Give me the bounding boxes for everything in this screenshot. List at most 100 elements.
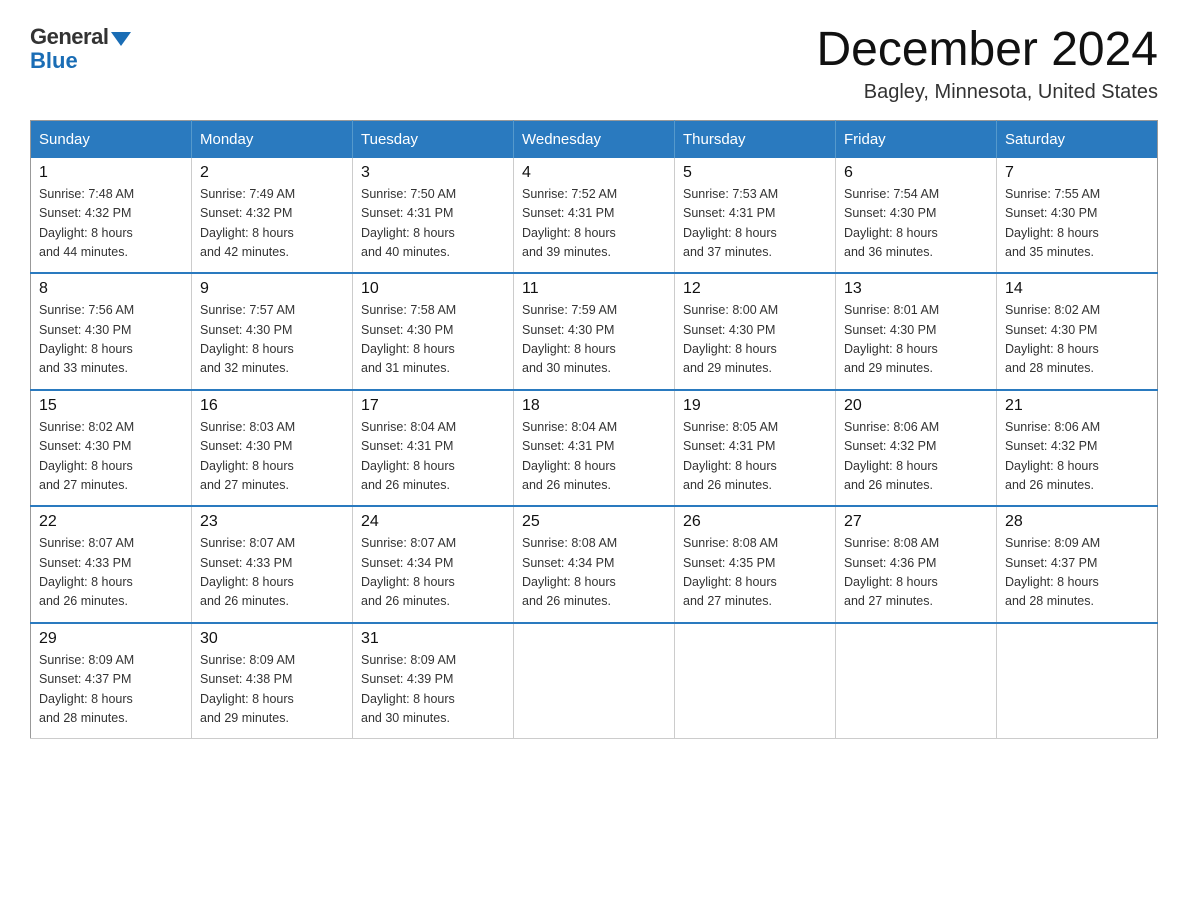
- day-info: Sunrise: 7:57 AMSunset: 4:30 PMDaylight:…: [200, 301, 344, 379]
- weekday-header-monday: Monday: [192, 120, 353, 158]
- weekday-header-saturday: Saturday: [997, 120, 1158, 158]
- calendar-cell: 11Sunrise: 7:59 AMSunset: 4:30 PMDayligh…: [514, 273, 675, 390]
- day-info: Sunrise: 8:09 AMSunset: 4:37 PMDaylight:…: [39, 651, 183, 729]
- calendar-table: SundayMondayTuesdayWednesdayThursdayFrid…: [30, 120, 1158, 740]
- calendar-week-row: 15 Sunrise: 8:02 AMSunset: 4:30 PMDayligh…: [31, 390, 1158, 507]
- calendar-cell: 21Sunrise: 8:06 AMSunset: 4:32 PMDayligh…: [997, 390, 1158, 507]
- calendar-cell: 17 Sunrise: 8:04 AMSunset: 4:31 PMDayligh…: [353, 390, 514, 507]
- calendar-cell: 13 Sunrise: 8:01 AMSunset: 4:30 PMDayligh…: [836, 273, 997, 390]
- calendar-cell: 4 Sunrise: 7:52 AMSunset: 4:31 PMDaylight…: [514, 158, 675, 274]
- day-info: Sunrise: 7:48 AMSunset: 4:32 PMDaylight:…: [39, 185, 183, 263]
- day-number: 25: [522, 513, 666, 531]
- weekday-header-wednesday: Wednesday: [514, 120, 675, 158]
- day-number: 13: [844, 280, 988, 298]
- day-info: Sunrise: 8:02 AMSunset: 4:30 PMDaylight:…: [39, 418, 183, 496]
- weekday-header-row: SundayMondayTuesdayWednesdayThursdayFrid…: [31, 120, 1158, 158]
- weekday-header-friday: Friday: [836, 120, 997, 158]
- calendar-cell: 3 Sunrise: 7:50 AMSunset: 4:31 PMDaylight…: [353, 158, 514, 274]
- calendar-week-row: 29 Sunrise: 8:09 AMSunset: 4:37 PMDayligh…: [31, 623, 1158, 739]
- day-number: 20: [844, 397, 988, 415]
- calendar-cell: 31 Sunrise: 8:09 AMSunset: 4:39 PMDayligh…: [353, 623, 514, 739]
- calendar-cell: 8 Sunrise: 7:56 AMSunset: 4:30 PMDaylight…: [31, 273, 192, 390]
- calendar-cell: 22Sunrise: 8:07 AMSunset: 4:33 PMDayligh…: [31, 506, 192, 623]
- calendar-cell: 12Sunrise: 8:00 AMSunset: 4:30 PMDayligh…: [675, 273, 836, 390]
- calendar-cell: 26Sunrise: 8:08 AMSunset: 4:35 PMDayligh…: [675, 506, 836, 623]
- day-number: 5: [683, 164, 827, 182]
- day-info: Sunrise: 8:04 AMSunset: 4:31 PMDaylight:…: [361, 418, 505, 496]
- day-number: 1: [39, 164, 183, 182]
- calendar-cell: 30 Sunrise: 8:09 AMSunset: 4:38 PMDayligh…: [192, 623, 353, 739]
- calendar-cell: 23 Sunrise: 8:07 AMSunset: 4:33 PMDayligh…: [192, 506, 353, 623]
- day-info: Sunrise: 8:07 AMSunset: 4:33 PMDaylight:…: [200, 534, 344, 612]
- month-title: December 2024: [816, 24, 1158, 77]
- calendar-cell: 28Sunrise: 8:09 AMSunset: 4:37 PMDayligh…: [997, 506, 1158, 623]
- day-number: 26: [683, 513, 827, 531]
- day-number: 10: [361, 280, 505, 298]
- calendar-cell: 19 Sunrise: 8:05 AMSunset: 4:31 PMDayligh…: [675, 390, 836, 507]
- logo: General Blue: [30, 24, 131, 74]
- day-info: Sunrise: 8:08 AMSunset: 4:36 PMDaylight:…: [844, 534, 988, 612]
- calendar-cell: 10Sunrise: 7:58 AMSunset: 4:30 PMDayligh…: [353, 273, 514, 390]
- calendar-cell: [514, 623, 675, 739]
- page-header: General Blue December 2024 Bagley, Minne…: [30, 24, 1158, 104]
- calendar-cell: 2Sunrise: 7:49 AMSunset: 4:32 PMDaylight…: [192, 158, 353, 274]
- calendar-cell: [675, 623, 836, 739]
- day-number: 11: [522, 280, 666, 298]
- day-info: Sunrise: 8:03 AMSunset: 4:30 PMDaylight:…: [200, 418, 344, 496]
- calendar-cell: 29 Sunrise: 8:09 AMSunset: 4:37 PMDayligh…: [31, 623, 192, 739]
- calendar-cell: 15 Sunrise: 8:02 AMSunset: 4:30 PMDayligh…: [31, 390, 192, 507]
- calendar-cell: 1 Sunrise: 7:48 AMSunset: 4:32 PMDaylight…: [31, 158, 192, 274]
- logo-arrow-icon: [111, 32, 131, 46]
- day-number: 7: [1005, 164, 1149, 182]
- calendar-cell: 7 Sunrise: 7:55 AMSunset: 4:30 PMDaylight…: [997, 158, 1158, 274]
- day-info: Sunrise: 7:56 AMSunset: 4:30 PMDaylight:…: [39, 301, 183, 379]
- day-info: Sunrise: 8:04 AMSunset: 4:31 PMDaylight:…: [522, 418, 666, 496]
- day-number: 14: [1005, 280, 1149, 298]
- calendar-cell: 6Sunrise: 7:54 AMSunset: 4:30 PMDaylight…: [836, 158, 997, 274]
- day-number: 23: [200, 513, 344, 531]
- calendar-cell: 25 Sunrise: 8:08 AMSunset: 4:34 PMDayligh…: [514, 506, 675, 623]
- day-info: Sunrise: 8:02 AMSunset: 4:30 PMDaylight:…: [1005, 301, 1149, 379]
- day-info: Sunrise: 7:54 AMSunset: 4:30 PMDaylight:…: [844, 185, 988, 263]
- calendar-cell: 14 Sunrise: 8:02 AMSunset: 4:30 PMDayligh…: [997, 273, 1158, 390]
- calendar-cell: 27Sunrise: 8:08 AMSunset: 4:36 PMDayligh…: [836, 506, 997, 623]
- day-number: 16: [200, 397, 344, 415]
- calendar-week-row: 8 Sunrise: 7:56 AMSunset: 4:30 PMDaylight…: [31, 273, 1158, 390]
- day-number: 4: [522, 164, 666, 182]
- day-info: Sunrise: 7:50 AMSunset: 4:31 PMDaylight:…: [361, 185, 505, 263]
- day-info: Sunrise: 8:07 AMSunset: 4:33 PMDaylight:…: [39, 534, 183, 612]
- calendar-cell: 5Sunrise: 7:53 AMSunset: 4:31 PMDaylight…: [675, 158, 836, 274]
- location-text: Bagley, Minnesota, United States: [816, 81, 1158, 104]
- day-number: 19: [683, 397, 827, 415]
- day-info: Sunrise: 8:00 AMSunset: 4:30 PMDaylight:…: [683, 301, 827, 379]
- day-info: Sunrise: 7:52 AMSunset: 4:31 PMDaylight:…: [522, 185, 666, 263]
- day-number: 17: [361, 397, 505, 415]
- day-info: Sunrise: 8:09 AMSunset: 4:38 PMDaylight:…: [200, 651, 344, 729]
- day-info: Sunrise: 8:06 AMSunset: 4:32 PMDaylight:…: [1005, 418, 1149, 496]
- logo-general-text: General: [30, 24, 108, 50]
- day-info: Sunrise: 7:55 AMSunset: 4:30 PMDaylight:…: [1005, 185, 1149, 263]
- day-number: 3: [361, 164, 505, 182]
- day-number: 31: [361, 630, 505, 648]
- day-info: Sunrise: 8:01 AMSunset: 4:30 PMDaylight:…: [844, 301, 988, 379]
- day-number: 15: [39, 397, 183, 415]
- day-number: 29: [39, 630, 183, 648]
- calendar-cell: 18Sunrise: 8:04 AMSunset: 4:31 PMDayligh…: [514, 390, 675, 507]
- day-number: 8: [39, 280, 183, 298]
- calendar-cell: 16 Sunrise: 8:03 AMSunset: 4:30 PMDayligh…: [192, 390, 353, 507]
- day-info: Sunrise: 8:05 AMSunset: 4:31 PMDaylight:…: [683, 418, 827, 496]
- day-info: Sunrise: 8:09 AMSunset: 4:37 PMDaylight:…: [1005, 534, 1149, 612]
- calendar-week-row: 22Sunrise: 8:07 AMSunset: 4:33 PMDayligh…: [31, 506, 1158, 623]
- title-area: December 2024 Bagley, Minnesota, United …: [816, 24, 1158, 104]
- weekday-header-tuesday: Tuesday: [353, 120, 514, 158]
- day-info: Sunrise: 8:09 AMSunset: 4:39 PMDaylight:…: [361, 651, 505, 729]
- logo-blue-text: Blue: [30, 48, 78, 74]
- weekday-header-thursday: Thursday: [675, 120, 836, 158]
- calendar-week-row: 1 Sunrise: 7:48 AMSunset: 4:32 PMDaylight…: [31, 158, 1158, 274]
- day-number: 24: [361, 513, 505, 531]
- day-info: Sunrise: 8:06 AMSunset: 4:32 PMDaylight:…: [844, 418, 988, 496]
- day-info: Sunrise: 8:08 AMSunset: 4:34 PMDaylight:…: [522, 534, 666, 612]
- day-number: 9: [200, 280, 344, 298]
- day-number: 30: [200, 630, 344, 648]
- calendar-cell: 9 Sunrise: 7:57 AMSunset: 4:30 PMDaylight…: [192, 273, 353, 390]
